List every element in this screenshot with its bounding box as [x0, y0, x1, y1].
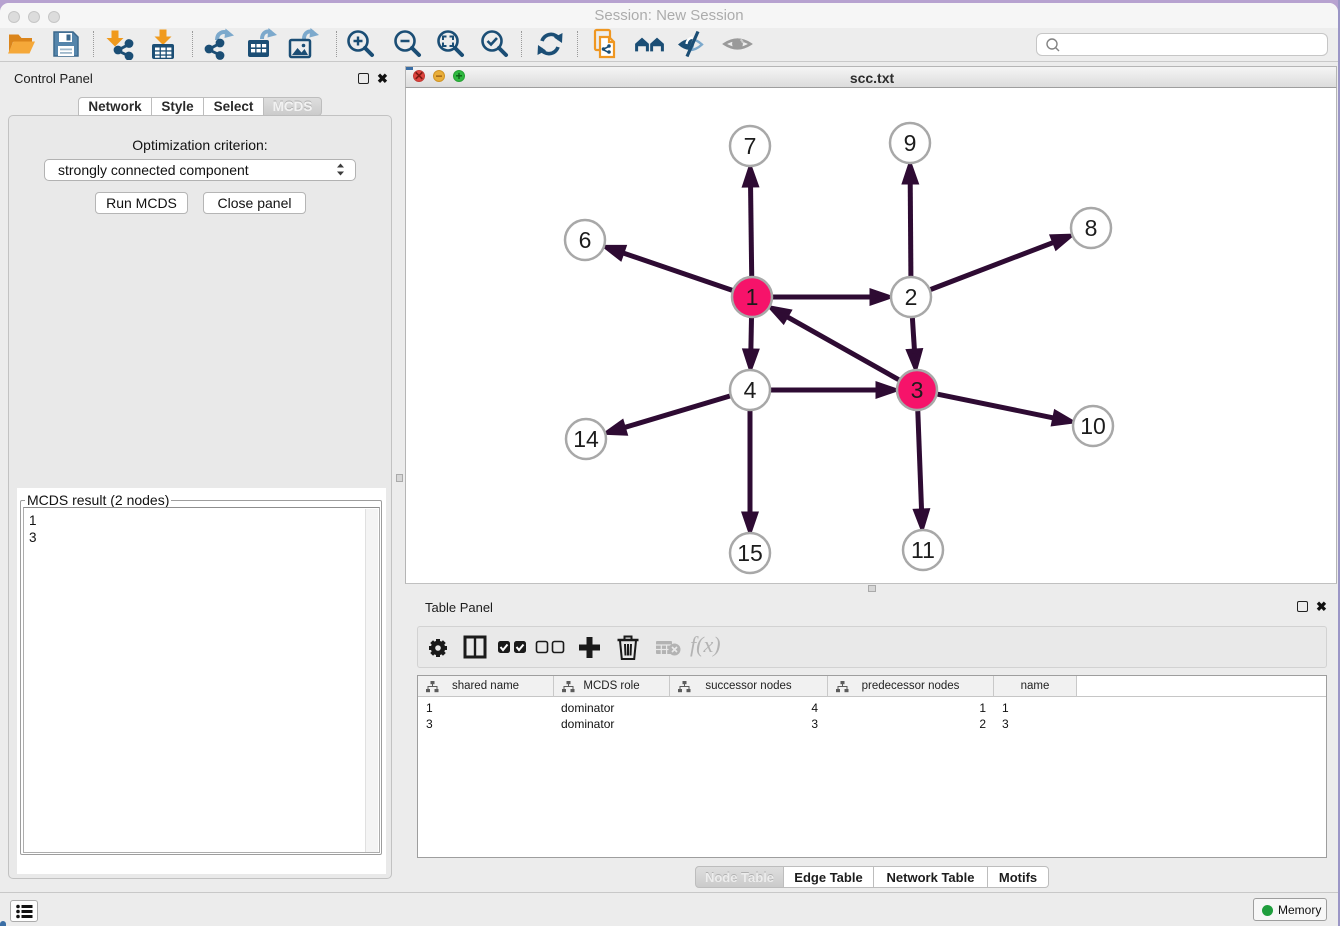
svg-text:7: 7	[744, 133, 757, 159]
svg-text:2: 2	[905, 284, 918, 310]
svg-text:4: 4	[744, 377, 757, 403]
svg-text:11: 11	[911, 537, 935, 563]
svg-text:6: 6	[579, 227, 592, 253]
svg-text:1: 1	[746, 284, 759, 310]
svg-text:15: 15	[737, 540, 763, 566]
svg-text:8: 8	[1085, 215, 1098, 241]
svg-text:10: 10	[1080, 413, 1106, 439]
svg-text:3: 3	[911, 377, 924, 403]
svg-text:14: 14	[573, 426, 599, 452]
svg-text:9: 9	[904, 130, 917, 156]
